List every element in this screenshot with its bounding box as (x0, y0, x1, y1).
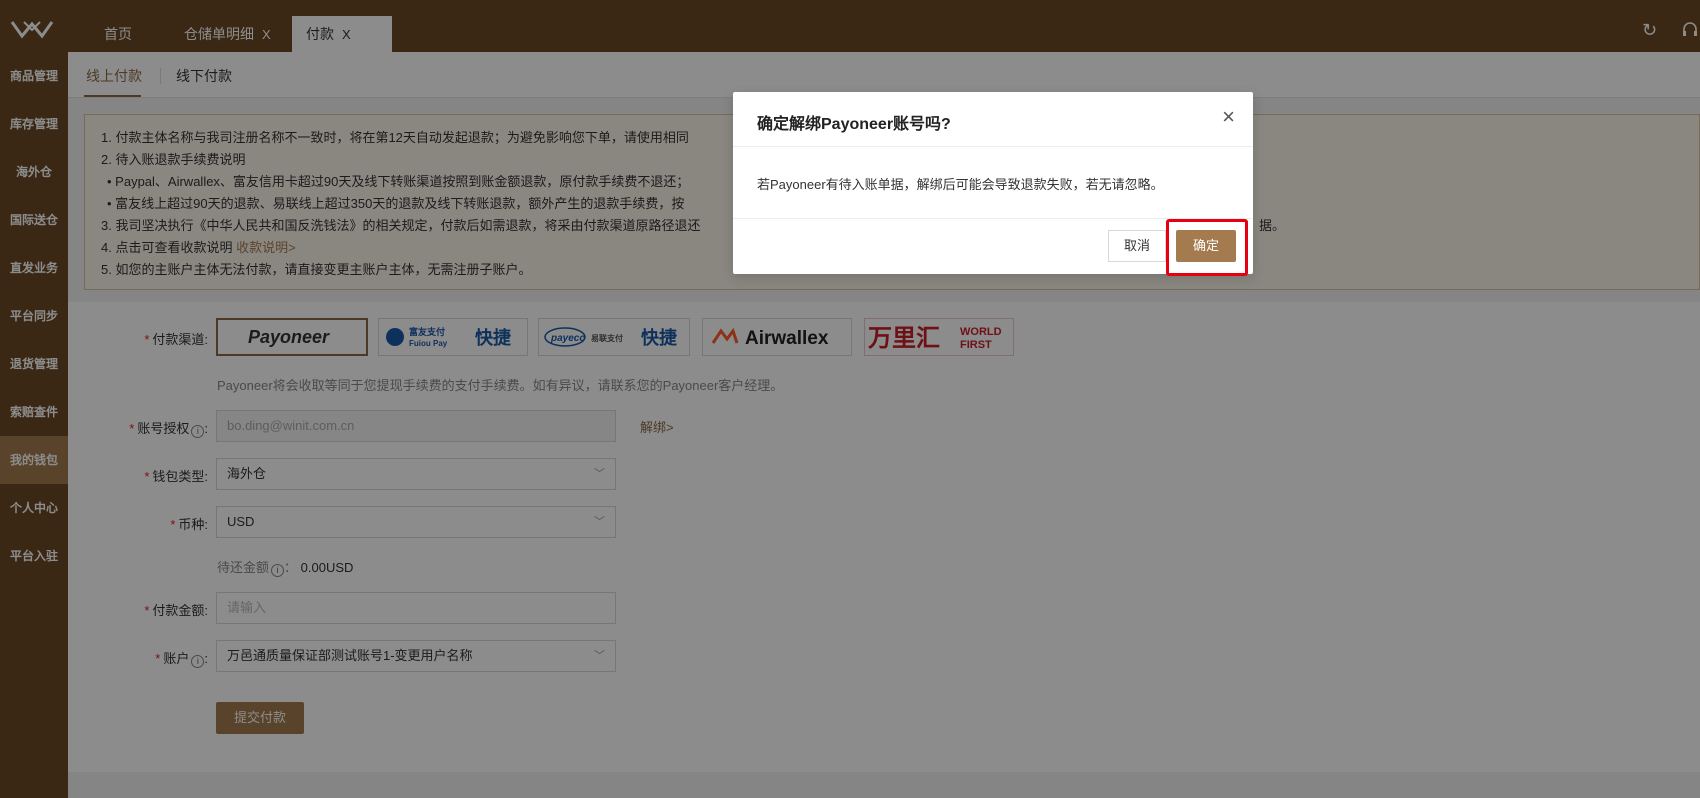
cancel-button[interactable]: 取消 (1108, 230, 1166, 262)
dialog-message: 若Payoneer有待入账单据，解绑后可能会导致退款失败，若无请忽略。 (757, 177, 1164, 192)
close-icon[interactable]: × (1222, 106, 1235, 128)
divider (733, 146, 1253, 147)
dialog-title: 确定解绑Payoneer账号吗? (757, 116, 951, 133)
highlight-annotation (1166, 219, 1248, 276)
